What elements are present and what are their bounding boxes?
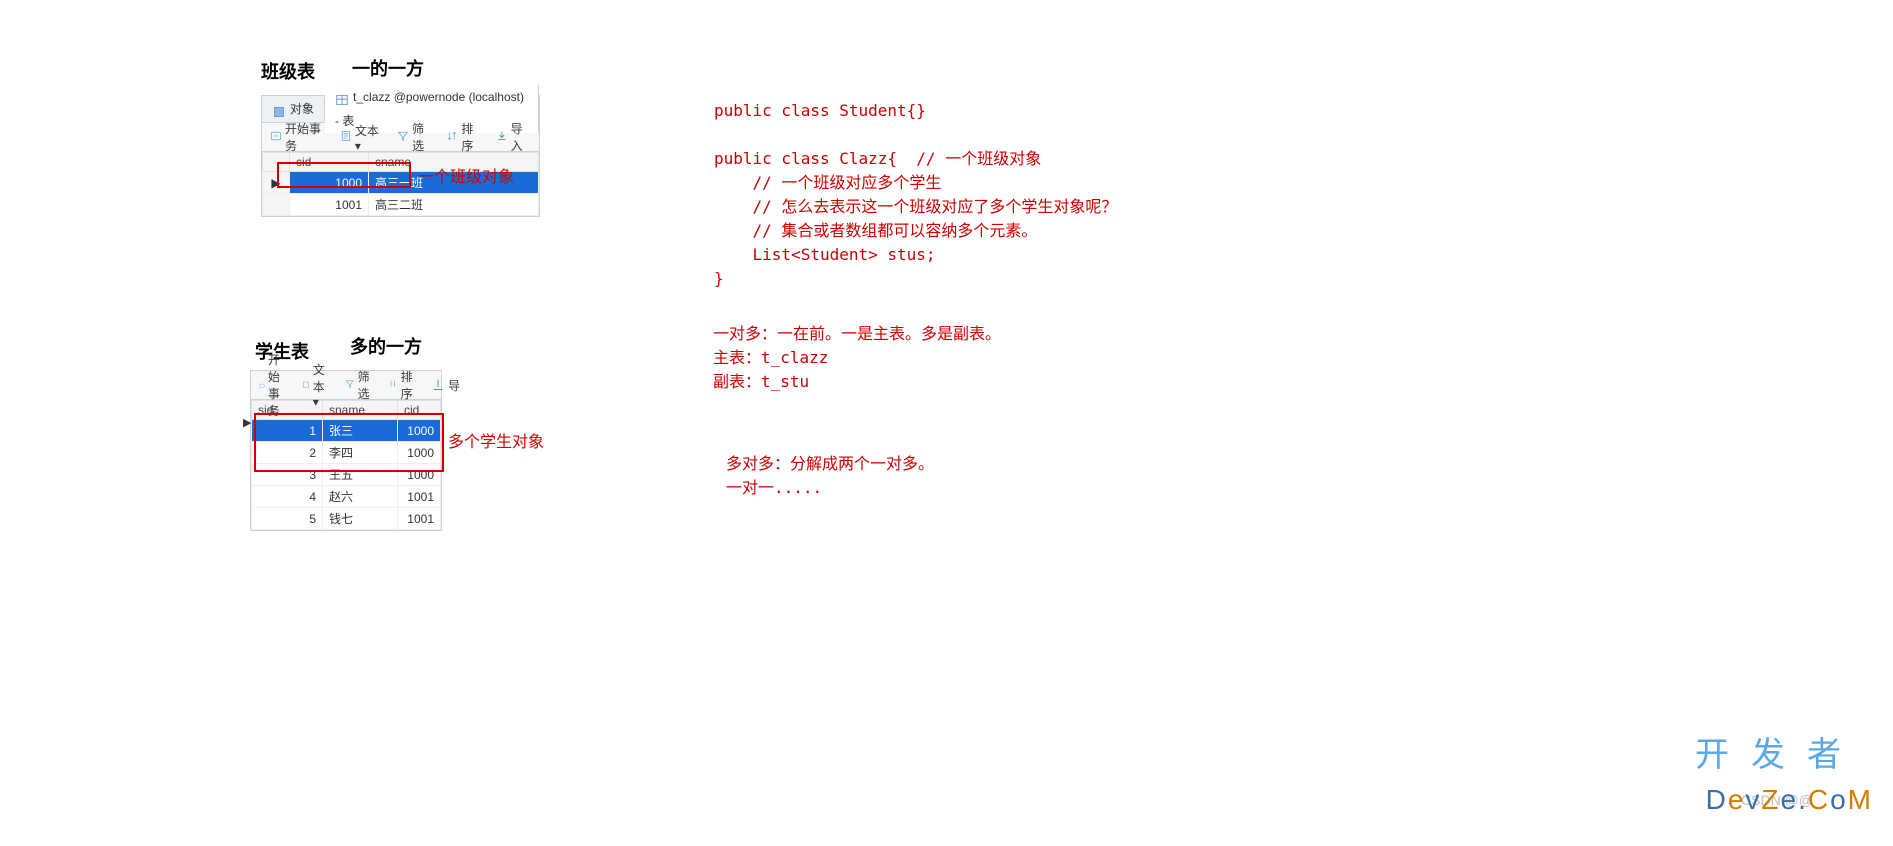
btn-filter[interactable]: 筛选	[341, 368, 378, 402]
cell: 1001	[398, 486, 441, 508]
table-row[interactable]: 5 钱七 1001	[252, 508, 441, 530]
cell: 1000	[398, 464, 441, 486]
table-row[interactable]: 2 李四 1000	[252, 442, 441, 464]
db-toolbar: 开始事务 文本 ▾ 筛选 排序 导入	[262, 123, 539, 152]
btn-label: 导	[448, 377, 460, 394]
sort-icon	[446, 130, 458, 144]
filter-icon	[345, 378, 355, 392]
code-line: }	[714, 269, 724, 288]
text-icon	[302, 378, 310, 392]
cube-icon	[272, 103, 286, 117]
code-line: public class Student{}	[714, 101, 926, 120]
sort-icon	[388, 378, 398, 392]
watermark-kaifazhe: 开发者	[1695, 727, 1863, 776]
cell: 赵六	[323, 486, 398, 508]
code-block: public class Student{} public class Claz…	[714, 75, 1117, 291]
filter-icon	[397, 130, 409, 144]
annot-many-students: 多个学生对象	[448, 428, 544, 452]
code-line: List<Student> stus;	[714, 245, 936, 264]
table-row[interactable]: 1 张三 1000	[252, 420, 441, 442]
btn-label: 导入	[511, 120, 531, 154]
code-line: // 一个班级对应多个学生	[714, 173, 941, 192]
heading-class-table: 班级表	[261, 58, 315, 84]
cell: 高三二班	[369, 194, 539, 216]
cell: 1001	[290, 194, 369, 216]
note-line: 主表：t_clazz	[713, 348, 828, 367]
btn-text[interactable]: 文本 ▾	[298, 361, 335, 409]
cell: 5	[252, 508, 323, 530]
btn-label: 排序	[461, 120, 481, 154]
tab-objects[interactable]: 对象	[262, 97, 325, 121]
note-line: 副表：t_stu	[713, 372, 809, 391]
btn-text[interactable]: 文本 ▾	[336, 122, 387, 153]
btn-label: 开始事务	[285, 120, 326, 154]
db-window-clazz: 对象 t_clazz @powernode (localhost) - 表 开始…	[261, 95, 540, 217]
watermark-devze: DevZe.CoM	[1706, 784, 1873, 816]
heading-many-side: 多的一方	[350, 333, 422, 359]
cell: 2	[252, 442, 323, 464]
cell: 3	[252, 464, 323, 486]
table-row[interactable]: 3 王五 1000	[252, 464, 441, 486]
code-line: public class Clazz{ // 一个班级对象	[714, 149, 1041, 168]
cell: 张三	[323, 420, 398, 442]
db-toolbar: 开始事务 文本 ▾ 筛选 排序 导	[251, 371, 441, 400]
code-line: // 集合或者数组都可以容纳多个元素。	[714, 221, 1037, 240]
col-sname[interactable]: sname	[323, 401, 398, 420]
code-line: // 怎么去表示这一个班级对应了多个学生对象呢？	[714, 197, 1117, 216]
notes-many-to-many: 多对多：分解成两个一对多。 一对一.....	[726, 428, 934, 500]
cell: 1	[252, 420, 323, 442]
btn-sort[interactable]: 排序	[442, 120, 485, 154]
row-pointer-icon: ▶	[243, 416, 251, 429]
table-student: sid sname cid 1 张三 1000 2 李四 1000 3 王五 1…	[251, 400, 441, 530]
db-tabs: 对象 t_clazz @powernode (localhost) - 表	[262, 96, 539, 123]
tx-icon	[259, 378, 265, 392]
btn-label: 文本 ▾	[355, 122, 383, 153]
btn-label: 筛选	[412, 120, 432, 154]
btn-label: 筛选	[358, 368, 374, 402]
tx-icon	[270, 130, 282, 144]
text-icon	[340, 130, 352, 144]
cell: 1000	[398, 420, 441, 442]
btn-begin-tx[interactable]: 开始事务	[266, 120, 330, 154]
btn-import[interactable]: 导	[427, 377, 464, 394]
cell: 1000	[398, 442, 441, 464]
cell: 李四	[323, 442, 398, 464]
note-line: 一对多：一在前。一是主表。多是副表。	[713, 324, 1001, 343]
col-cid[interactable]: cid	[398, 401, 441, 420]
note-line: 一对一.....	[726, 478, 822, 497]
import-icon	[431, 378, 445, 392]
col-cid[interactable]: cid	[290, 153, 369, 172]
btn-label: 文本 ▾	[313, 361, 331, 409]
notes-one-to-many: 一对多：一在前。一是主表。多是副表。 主表：t_clazz 副表：t_stu	[713, 298, 1001, 394]
table-row[interactable]: 4 赵六 1001	[252, 486, 441, 508]
btn-import[interactable]: 导入	[492, 120, 535, 154]
cell: 4	[252, 486, 323, 508]
tab-label: 对象	[290, 102, 314, 116]
btn-label: 排序	[401, 368, 417, 402]
btn-sort[interactable]: 排序	[384, 368, 421, 402]
cell: 钱七	[323, 508, 398, 530]
annot-one-class: 一个班级对象	[418, 163, 514, 187]
db-window-student: 开始事务 文本 ▾ 筛选 排序 导 sid sname cid 1 张三	[250, 370, 442, 531]
cell: 1001	[398, 508, 441, 530]
cell: 1000	[290, 172, 369, 194]
table-icon	[335, 91, 349, 105]
heading-one-side: 一的一方	[352, 55, 424, 81]
import-icon	[496, 130, 508, 144]
table-row[interactable]: 1001 高三二班	[263, 194, 539, 216]
cell: 王五	[323, 464, 398, 486]
btn-filter[interactable]: 筛选	[393, 120, 436, 154]
note-line: 多对多：分解成两个一对多。	[726, 454, 934, 473]
